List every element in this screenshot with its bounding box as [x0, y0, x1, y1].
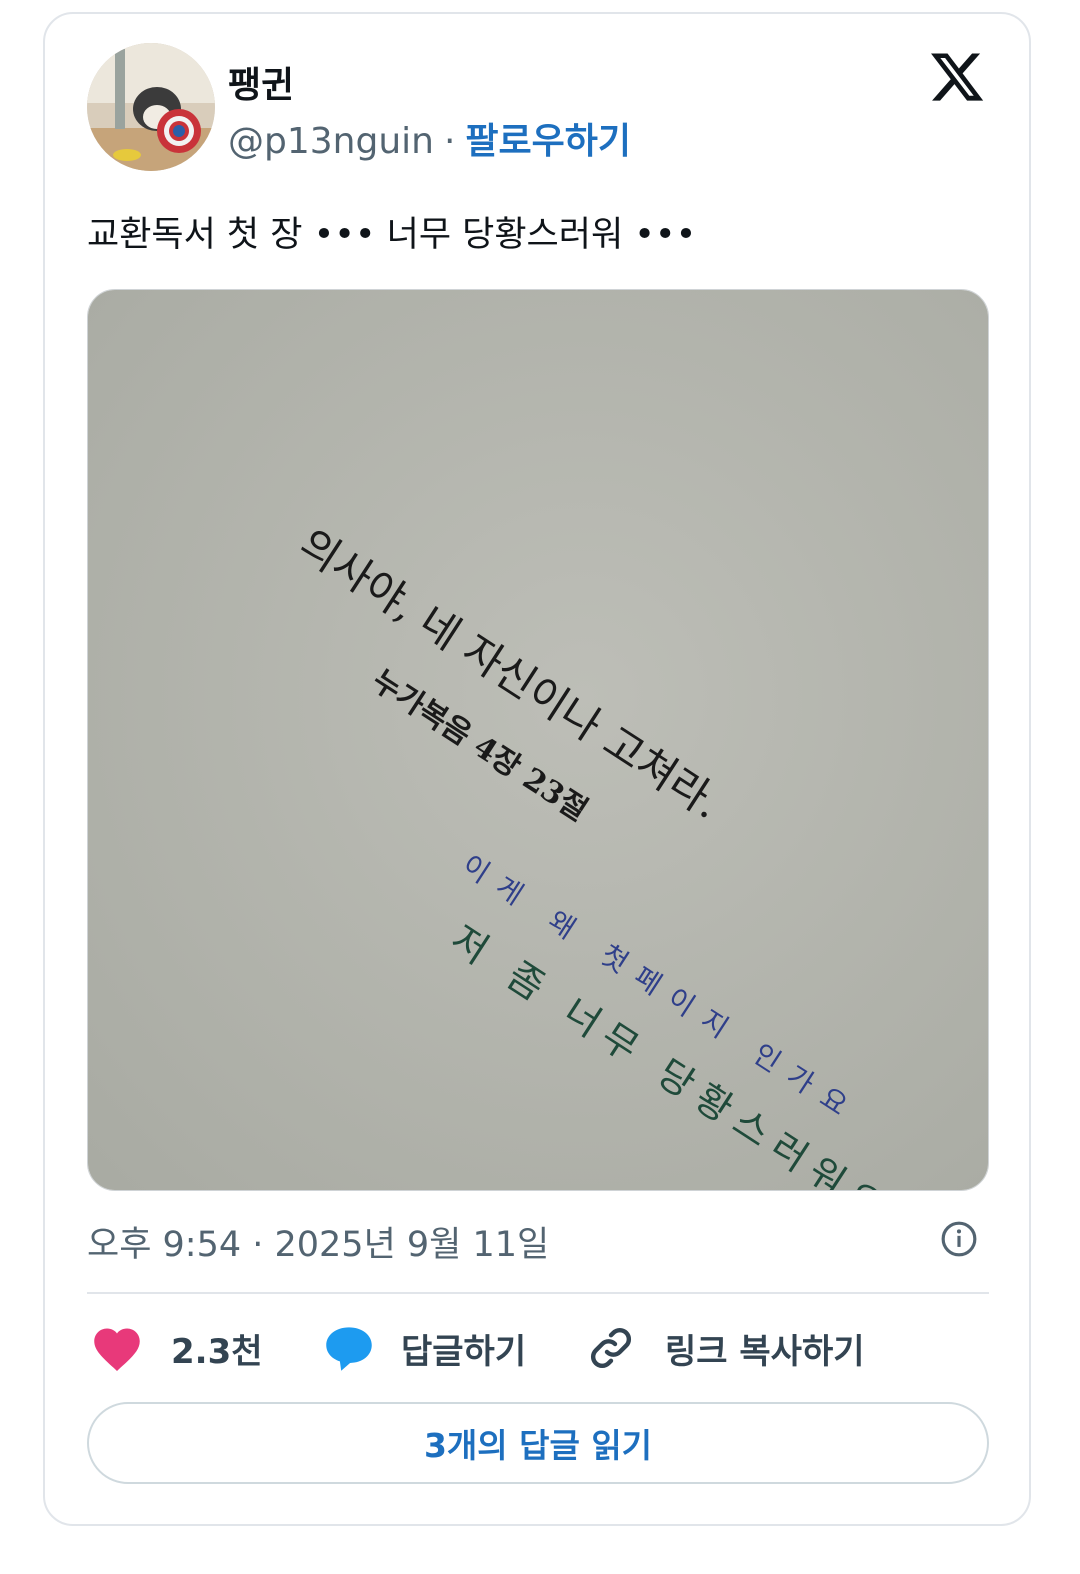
author-handle[interactable]: @p13nguin: [228, 121, 434, 162]
tweet-timestamp[interactable]: 오후 9:54 · 2025년 9월 11일: [87, 1216, 549, 1267]
avatar[interactable]: [87, 43, 215, 171]
read-replies-button[interactable]: 3개의 답글 읽기: [87, 1402, 989, 1484]
link-icon: [590, 1327, 632, 1369]
copy-link-label: 링크 복사하기: [665, 1331, 865, 1372]
heart-icon: [94, 1328, 140, 1371]
reply-label: 답글하기: [401, 1331, 527, 1372]
avatar-image: [87, 43, 215, 171]
author-handle-row: @p13nguin · 팔로우하기: [228, 112, 631, 164]
tweet-text: 교환독서 첫 장 ••• 너무 당황스러워 •••: [87, 215, 697, 255]
info-icon[interactable]: [940, 1220, 978, 1258]
tweet-photo[interactable]: 의사야, 네 자신이나 고쳐라. 누가복음 4장 23절 이게 왜 첫페이지 인…: [87, 289, 989, 1191]
separator-dot: ·: [443, 121, 456, 162]
copy-link-button[interactable]: 링크 복사하기: [587, 1320, 865, 1376]
action-bar: 2.3천 답글하기 링크 복사하기: [87, 1320, 989, 1376]
x-logo-icon[interactable]: [928, 48, 986, 106]
follow-button[interactable]: 팔로우하기: [465, 121, 631, 162]
like-count: 2.3천: [171, 1331, 263, 1372]
divider: [87, 1292, 989, 1294]
like-button[interactable]: 2.3천: [91, 1320, 263, 1376]
reply-button[interactable]: 답글하기: [323, 1320, 526, 1376]
author-name[interactable]: 팽귄: [228, 56, 294, 108]
photo-canvas: 의사야, 네 자신이나 고쳐라. 누가복음 4장 23절 이게 왜 첫페이지 인…: [88, 290, 988, 1190]
reply-bubble-icon: [326, 1327, 372, 1371]
